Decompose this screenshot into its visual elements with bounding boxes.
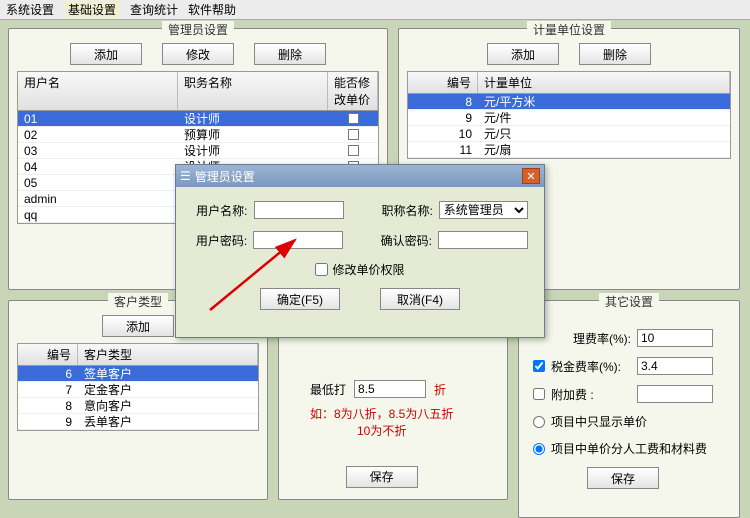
dlg-price-label: 修改单价权限 (332, 261, 404, 278)
dlg-pwd2-input[interactable] (438, 231, 528, 249)
dialog-admin-edit: ☰ 管理员设置 ✕ 用户名称: 职称名称: 系统管理员 用户密码: 确认密码: … (175, 164, 545, 338)
dialog-titlebar[interactable]: ☰ 管理员设置 ✕ (176, 165, 544, 187)
cust-col-no[interactable]: 编号 (18, 344, 78, 365)
other-opt1-label: 项目中只显示单价 (551, 413, 647, 430)
other-opt1-radio[interactable] (533, 416, 545, 428)
menu-help[interactable]: 软件帮助 (188, 1, 236, 18)
panel-cust-title: 客户类型 (108, 293, 168, 310)
dlg-ok-button[interactable]: 确定(F5) (260, 288, 340, 310)
other-opt2-label: 项目中单价分人工费和材料费 (551, 440, 707, 457)
discount-note2: 10为不折 (310, 423, 453, 440)
other-mgmt-input[interactable] (637, 329, 713, 347)
dialog-title: 管理员设置 (195, 168, 255, 185)
table-row[interactable]: 9丢单客户 (18, 414, 258, 430)
unit-table: 编号 计量单位 8元/平方米9元/件10元/只11元/扇 (407, 71, 731, 159)
discount-input[interactable] (354, 380, 426, 398)
other-tax-label: 税金费率(%): (551, 358, 631, 375)
dlg-pwd-input[interactable] (253, 231, 343, 249)
cust-table: 编号 客户类型 6签单客户7定金客户8意向客户9丢单客户 (17, 343, 259, 431)
unit-col-no[interactable]: 编号 (408, 72, 478, 93)
unit-col-name[interactable]: 计量单位 (478, 72, 730, 93)
admin-col-price[interactable]: 能否修改单价 (328, 72, 378, 110)
other-extra-label: 附加费 : (551, 386, 631, 403)
panel-unit-title: 计量单位设置 (527, 21, 611, 38)
other-mgmt-label: 理费率(%): (551, 330, 631, 347)
table-row[interactable]: 11元/扇 (408, 142, 730, 158)
discount-note1: 如：8为八折，8.5为八五折 (310, 406, 453, 423)
row-checkbox[interactable] (348, 145, 359, 156)
discount-label: 最低打 (310, 381, 346, 398)
unit-add-button[interactable]: 添加 (487, 43, 559, 65)
discount-suffix: 折 (434, 381, 446, 398)
dlg-user-label: 用户名称: (192, 202, 248, 219)
admin-col-user[interactable]: 用户名 (18, 72, 178, 110)
admin-edit-button[interactable]: 修改 (162, 43, 234, 65)
admin-del-button[interactable]: 删除 (254, 43, 326, 65)
cust-col-name[interactable]: 客户类型 (78, 344, 258, 365)
menu-sys[interactable]: 系统设置 (6, 1, 54, 18)
dlg-role-select[interactable]: 系统管理员 (439, 201, 528, 219)
dlg-pwd2-label: 确认密码: (377, 232, 432, 249)
dlg-user-input[interactable] (254, 201, 344, 219)
panel-other-title: 其它设置 (599, 293, 659, 310)
admin-col-role[interactable]: 职务名称 (178, 72, 328, 110)
row-checkbox[interactable] (348, 113, 359, 124)
unit-del-button[interactable]: 删除 (579, 43, 651, 65)
other-extra-check[interactable] (533, 388, 545, 400)
panel-admin-title: 管理员设置 (162, 21, 234, 38)
dlg-price-check[interactable] (315, 263, 328, 276)
row-checkbox[interactable] (348, 129, 359, 140)
other-save-button[interactable]: 保存 (587, 467, 659, 489)
menu-stats[interactable]: 查询统计 (130, 1, 178, 18)
other-opt2-radio[interactable] (533, 443, 545, 455)
dlg-cancel-button[interactable]: 取消(F4) (380, 288, 460, 310)
menu-base[interactable]: 基础设置 (64, 1, 120, 18)
menubar: 系统设置 基础设置 查询统计 软件帮助 (0, 0, 750, 20)
other-tax-input[interactable] (637, 357, 713, 375)
close-icon[interactable]: ✕ (522, 168, 540, 184)
discount-block: 最低打 折 如：8为八折，8.5为八五折 10为不折 保存 (310, 380, 453, 488)
cust-add-button[interactable]: 添加 (102, 315, 174, 337)
panel-other: 其它设置 理费率(%): 税金费率(%): 附加费 : 项目中只显示单价 (518, 300, 740, 518)
dlg-role-label: 职称名称: (377, 202, 433, 219)
dlg-pwd-label: 用户密码: (192, 232, 247, 249)
other-extra-input[interactable] (637, 385, 713, 403)
dialog-icon: ☰ (180, 169, 191, 183)
discount-save-button[interactable]: 保存 (346, 466, 418, 488)
admin-add-button[interactable]: 添加 (70, 43, 142, 65)
other-tax-check[interactable] (533, 360, 545, 372)
